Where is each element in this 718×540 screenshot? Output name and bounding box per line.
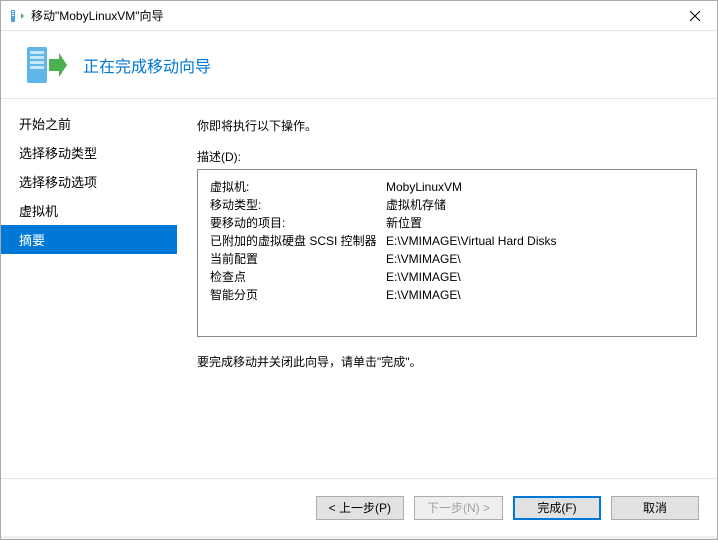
row-value: 虚拟机存储 [386, 196, 684, 214]
description-box: 虚拟机: MobyLinuxVM 移动类型: 虚拟机存储 要移动的项目: 新位置… [197, 169, 697, 337]
row-value: E:\VMIMAGE\ [386, 268, 684, 286]
wizard-header: 正在完成移动向导 [1, 31, 717, 99]
wizard-window: 移动"MobyLinuxVM"向导 正在完成移动向导 开始之前 选择移动类型 选… [0, 0, 718, 540]
sidebar-item-virtual-machine[interactable]: 虚拟机 [1, 196, 177, 225]
row-label: 智能分页 [210, 286, 386, 304]
row-label: 当前配置 [210, 250, 386, 268]
finish-button[interactable]: 完成(F) [513, 496, 601, 520]
sidebar-item-choose-move-options[interactable]: 选择移动选项 [1, 167, 177, 196]
main-panel: 你即将执行以下操作。 描述(D): 虚拟机: MobyLinuxVM 移动类型:… [177, 99, 717, 478]
bottom-strip [1, 536, 717, 539]
summary-row: 要移动的项目: 新位置 [210, 214, 684, 232]
titlebar: 移动"MobyLinuxVM"向导 [1, 1, 717, 31]
summary-row: 当前配置 E:\VMIMAGE\ [210, 250, 684, 268]
row-value: 新位置 [386, 214, 684, 232]
row-label: 虚拟机: [210, 178, 386, 196]
summary-row: 智能分页 E:\VMIMAGE\ [210, 286, 684, 304]
sidebar-item-summary[interactable]: 摘要 [1, 225, 177, 254]
row-value: E:\VMIMAGE\Virtual Hard Disks [386, 232, 684, 250]
cancel-button[interactable]: 取消 [611, 496, 699, 520]
button-bar: < 上一步(P) 下一步(N) > 完成(F) 取消 [1, 478, 717, 536]
sidebar: 开始之前 选择移动类型 选择移动选项 虚拟机 摘要 [1, 99, 177, 478]
row-value: E:\VMIMAGE\ [386, 286, 684, 304]
row-value: E:\VMIMAGE\ [386, 250, 684, 268]
titlebar-text: 移动"MobyLinuxVM"向导 [31, 7, 672, 24]
row-label: 已附加的虚拟硬盘 SCSI 控制器 [210, 232, 386, 250]
prev-button[interactable]: < 上一步(P) [316, 496, 404, 520]
row-label: 移动类型: [210, 196, 386, 214]
sidebar-item-before-you-begin[interactable]: 开始之前 [1, 109, 177, 138]
intro-text: 你即将执行以下操作。 [197, 117, 697, 134]
row-value: MobyLinuxVM [386, 178, 684, 196]
summary-row: 已附加的虚拟硬盘 SCSI 控制器 E:\VMIMAGE\Virtual Har… [210, 232, 684, 250]
summary-row: 移动类型: 虚拟机存储 [210, 196, 684, 214]
footer-hint: 要完成移动并关闭此向导，请单击"完成"。 [197, 353, 697, 370]
page-title: 正在完成移动向导 [83, 53, 211, 77]
description-label: 描述(D): [197, 148, 697, 165]
next-button: 下一步(N) > [414, 496, 503, 520]
row-label: 检查点 [210, 268, 386, 286]
sidebar-item-choose-move-type[interactable]: 选择移动类型 [1, 138, 177, 167]
row-label: 要移动的项目: [210, 214, 386, 232]
close-button[interactable] [672, 1, 717, 30]
server-move-icon [21, 41, 69, 89]
app-icon [9, 8, 25, 24]
summary-row: 检查点 E:\VMIMAGE\ [210, 268, 684, 286]
summary-row: 虚拟机: MobyLinuxVM [210, 178, 684, 196]
content-area: 开始之前 选择移动类型 选择移动选项 虚拟机 摘要 你即将执行以下操作。 描述(… [1, 99, 717, 478]
